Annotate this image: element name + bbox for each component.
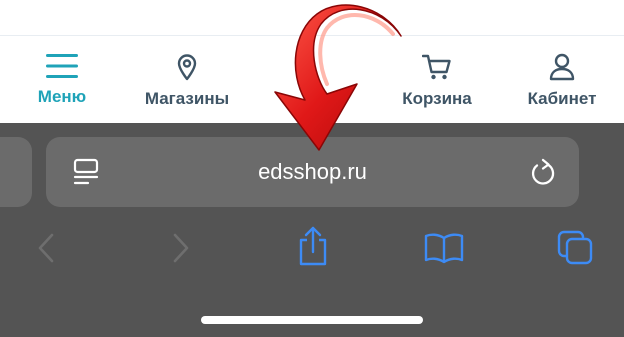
nav-item-account[interactable]: Кабинет [522, 36, 602, 123]
url-text: edsshop.ru [258, 159, 367, 184]
forward-icon[interactable] [171, 233, 191, 263]
nav-label-cart: Корзина [402, 89, 472, 108]
tabs-icon[interactable] [556, 229, 596, 267]
map-pin-icon [177, 54, 197, 81]
cart-icon [422, 54, 451, 80]
home-indicator [201, 316, 423, 324]
red-arrow-icon [274, 4, 402, 151]
back-icon[interactable] [36, 233, 56, 263]
nav-item-menu[interactable]: Меню [34, 36, 90, 123]
user-icon [549, 53, 575, 81]
bookmarks-icon[interactable] [423, 232, 465, 264]
reload-icon[interactable] [528, 157, 558, 189]
nav-label-stores: Магазины [144, 89, 230, 108]
nav-item-stores[interactable]: Магазины [142, 36, 232, 123]
menu-icon [46, 54, 78, 78]
previous-tab-bar[interactable] [0, 137, 32, 207]
share-icon[interactable] [296, 225, 330, 267]
nav-label-account: Кабинет [527, 89, 597, 108]
nav-label-menu: Меню [37, 87, 87, 106]
